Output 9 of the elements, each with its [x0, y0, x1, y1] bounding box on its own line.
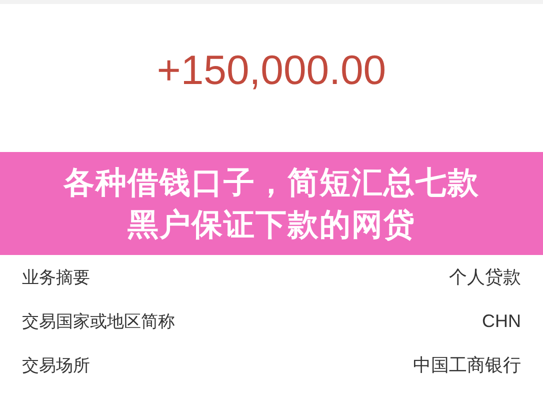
detail-label: 交易场所	[22, 354, 90, 376]
detail-value: 个人贷款	[449, 266, 521, 289]
detail-value: 中国工商银行	[413, 354, 521, 377]
banner-title: 黑户保证下款的网贷	[128, 206, 416, 244]
detail-value: CHN	[482, 310, 521, 332]
detail-label: 交易国家或地区简称	[22, 310, 175, 332]
transaction-amount: +150,000.00	[156, 46, 386, 94]
banner-title: 各种借钱口子，简短汇总七款	[64, 164, 480, 202]
detail-label: 业务摘要	[22, 266, 90, 288]
